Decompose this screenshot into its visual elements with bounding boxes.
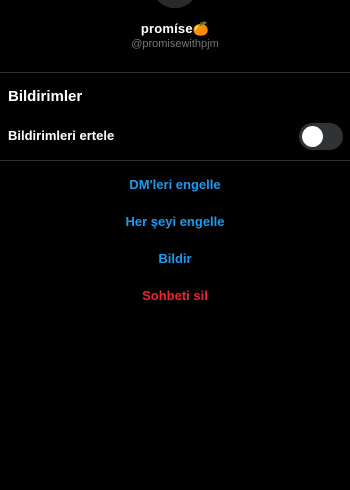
profile-name: promíse🍊 bbox=[140, 21, 210, 36]
snooze-notifications-label: Bildirimleri ertele bbox=[8, 128, 115, 143]
profile-handle: @promisewithpjm bbox=[131, 38, 219, 50]
avatar[interactable] bbox=[152, 0, 198, 8]
section-title: Bildirimler bbox=[8, 88, 83, 105]
divider bbox=[0, 160, 350, 161]
snooze-notifications-toggle[interactable] bbox=[299, 123, 343, 150]
block-everything-button[interactable]: Her şeyi engelle bbox=[0, 214, 350, 229]
block-dms-button[interactable]: DM'leri engelle bbox=[0, 177, 350, 192]
divider bbox=[0, 72, 350, 73]
report-button[interactable]: Bildir bbox=[0, 251, 350, 266]
delete-conversation-button[interactable]: Sohbeti sil bbox=[0, 288, 350, 303]
avatar-image bbox=[152, 0, 198, 8]
toggle-knob bbox=[302, 126, 323, 147]
